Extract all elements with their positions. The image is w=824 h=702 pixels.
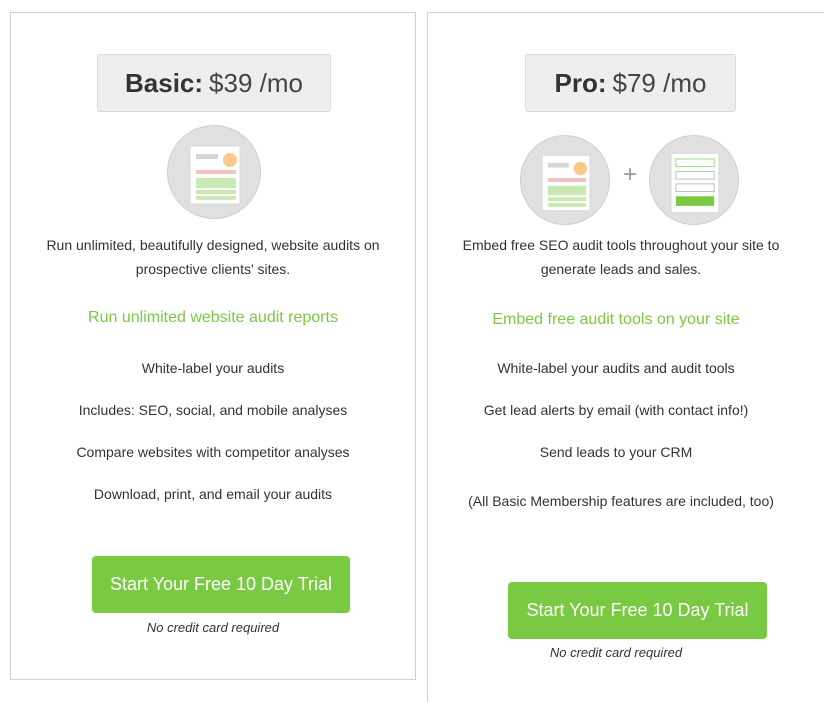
pro-no-credit-card-note: No credit card required [549,645,683,660]
basic-tier-name: Basic: [125,67,204,98]
pro-headline: Embed free audit tools on your site [492,311,740,328]
pro-plan-card: Pro: $79 /mo + Embed free SEO audit tool… [427,12,824,702]
basic-start-trial-button[interactable]: Start Your Free 10 Day Trial [92,556,350,613]
basic-feature-item: Download, print, and email your audits [93,486,333,502]
basic-no-credit-card-note: No credit card required [146,620,280,635]
pro-feature-item: White-label your audits and audit tools [497,360,735,376]
report-icon [167,125,261,219]
basic-description: Run unlimited, beautifully designed, web… [46,237,380,277]
pro-feature-item: Get lead alerts by email (with contact i… [483,402,749,418]
embed-form-icon [649,135,739,225]
pro-start-trial-button[interactable]: Start Your Free 10 Day Trial [508,582,767,639]
pro-tier-name: Pro: [554,67,607,98]
basic-feature-item: White-label your audits [141,360,285,376]
basic-plan-card: Basic: $39 /mo Run unlimited, beautifull… [10,12,416,680]
pro-price-box: Pro: $79 /mo [525,54,736,112]
basic-price-box: Basic: $39 /mo [97,54,331,112]
basic-feature-item: Compare websites with competitor analyse… [76,444,350,460]
report-icon [520,135,610,225]
basic-headline: Run unlimited website audit reports [88,309,338,326]
pro-feature-item: (All Basic Membership features are inclu… [468,493,774,509]
plus-sign: + [623,161,638,188]
pro-price: $79 /mo [612,67,707,98]
pro-feature-item: Send leads to your CRM [539,444,693,460]
basic-feature-item: Includes: SEO, social, and mobile analys… [78,402,348,418]
pro-description: Embed free SEO audit tools throughout yo… [462,237,780,277]
basic-price: $39 /mo [209,67,303,98]
